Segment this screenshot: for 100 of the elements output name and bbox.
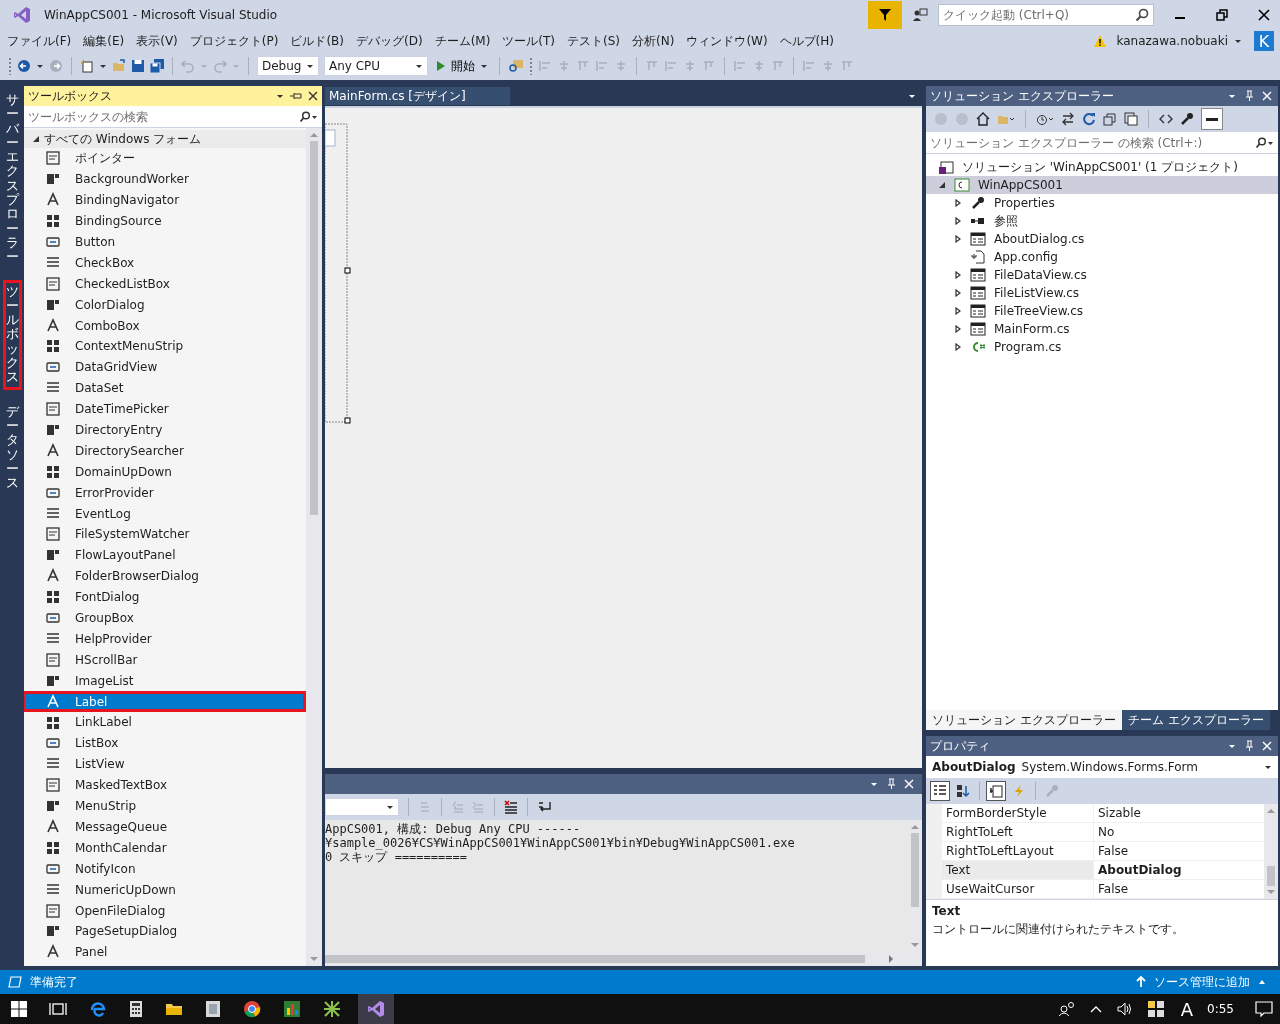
clear-all-icon[interactable]	[504, 800, 518, 814]
property-name[interactable]: RightToLeft	[942, 823, 1094, 841]
toolbox-item[interactable]: GroupBox	[24, 607, 306, 629]
back-icon[interactable]	[17, 59, 31, 73]
solution-search-box[interactable]: ソリューション エクスプローラー の検索 (Ctrl+:)	[926, 132, 1278, 154]
notification-icon[interactable]	[1255, 1001, 1273, 1017]
quick-launch-box[interactable]: クイック起動 (Ctrl+Q)	[938, 4, 1154, 26]
restore-icon[interactable]	[1216, 9, 1228, 21]
categorized-icon[interactable]	[930, 781, 950, 801]
menu-item[interactable]: ヘルプ(H)	[776, 32, 837, 50]
expander-arrow-icon[interactable]	[954, 271, 962, 279]
windows-start-icon[interactable]	[11, 1001, 27, 1017]
user-name[interactable]: kanazawa.nobuaki	[1116, 34, 1228, 48]
wrench-icon[interactable]	[1180, 112, 1194, 126]
task-view-icon[interactable]	[49, 1001, 67, 1017]
menu-item[interactable]: 表示(V)	[133, 32, 181, 50]
platform-dropdown[interactable]: Any CPU	[324, 56, 428, 76]
menu-item[interactable]: チーム(M)	[431, 32, 494, 50]
visual-studio-icon[interactable]	[358, 994, 394, 1024]
dropdown-icon[interactable]	[276, 92, 284, 100]
menu-item[interactable]: デバッグ(D)	[353, 32, 426, 50]
toolbox-item[interactable]: MessageQueue	[24, 816, 306, 838]
clock[interactable]: 0:55	[1207, 1002, 1234, 1016]
toolbox-item[interactable]: EventLog	[24, 503, 306, 525]
side-tab[interactable]: データソース	[2, 399, 22, 496]
pending-changes-icon[interactable]	[1036, 112, 1054, 126]
toolbox-item[interactable]: DataGridView	[24, 356, 306, 378]
collapse-all-icon[interactable]	[1103, 112, 1117, 126]
ime-mode-indicator[interactable]: A	[1180, 998, 1194, 1020]
code-icon[interactable]	[1159, 112, 1173, 126]
scroll-thumb[interactable]	[1267, 866, 1275, 886]
dropdown-icon[interactable]	[1228, 742, 1236, 750]
toolbox-item[interactable]: MonthCalendar	[24, 837, 306, 859]
toolbox-item[interactable]: DataSet	[24, 377, 306, 399]
toolbox-item[interactable]: NotifyIcon	[24, 858, 306, 880]
toolbox-item[interactable]: CheckBox	[24, 252, 306, 274]
toolbox-item[interactable]: ErrorProvider	[24, 482, 306, 504]
tree-item[interactable]: App.config	[926, 248, 1278, 266]
scrollbar[interactable]	[908, 820, 922, 952]
toolbox-item[interactable]: MaskedTextBox	[24, 774, 306, 796]
expander-arrow-icon[interactable]	[954, 199, 962, 207]
network-app-icon[interactable]	[323, 1000, 341, 1018]
panel-tab[interactable]: ソリューション エクスプローラー	[926, 710, 1122, 730]
notification-filter-icon[interactable]	[868, 1, 902, 29]
close-icon[interactable]	[308, 91, 318, 101]
property-name[interactable]: FormBorderStyle	[942, 804, 1094, 822]
toolbox-item[interactable]: BindingSource	[24, 210, 306, 232]
toolbox-item[interactable]: ContextMenuStrip	[24, 336, 306, 357]
scrollbar[interactable]	[306, 128, 322, 966]
toolbox-item[interactable]: BindingNavigator	[24, 189, 306, 211]
folder-icon[interactable]	[165, 1001, 183, 1017]
word-wrap-icon[interactable]	[537, 800, 551, 814]
property-value[interactable]: False	[1094, 880, 1264, 898]
toolbox-item[interactable]: ListBox	[24, 732, 306, 754]
menu-item[interactable]: 編集(E)	[80, 32, 128, 50]
sync-icon[interactable]	[1061, 112, 1075, 126]
configuration-dropdown[interactable]: Debug	[257, 56, 319, 76]
toolbox-item[interactable]: Button	[24, 231, 306, 253]
dropdown-icon[interactable]	[908, 92, 916, 100]
toolbox-group-header[interactable]: すべての Windows フォーム	[24, 130, 306, 148]
properties-icon[interactable]	[986, 781, 1006, 801]
menu-item[interactable]: ウィンドウ(W)	[683, 32, 771, 50]
side-tab[interactable]: ツールボックス	[2, 279, 22, 390]
panel-tab[interactable]: チーム エクスプローラー	[1121, 710, 1270, 730]
home-icon[interactable]	[976, 112, 990, 126]
toolbox-item[interactable]: ComboBox	[24, 315, 306, 336]
tree-item[interactable]: FileDataView.cs	[926, 266, 1278, 284]
calculator-icon[interactable]	[129, 1000, 143, 1018]
document-app-icon[interactable]	[205, 1000, 221, 1018]
menu-item[interactable]: ビルド(B)	[287, 32, 347, 50]
property-value[interactable]: AboutDialog	[1094, 861, 1264, 879]
tree-item[interactable]: ソリューション 'WinAppCS001' (1 プロジェクト)	[926, 158, 1278, 176]
scroll-thumb[interactable]	[911, 833, 919, 908]
tree-item[interactable]: Properties	[926, 194, 1278, 212]
toolbox-item[interactable]: HScrollBar	[24, 649, 306, 671]
menu-item[interactable]: プロジェクト(P)	[186, 32, 282, 50]
horizontal-scrollbar[interactable]	[325, 952, 922, 966]
save-icon[interactable]	[131, 59, 145, 73]
property-value[interactable]: False	[1094, 842, 1264, 860]
toolbox-item[interactable]: ポインター	[24, 148, 306, 169]
expander-arrow-icon[interactable]	[954, 217, 962, 225]
menu-item[interactable]: テスト(S)	[564, 32, 624, 50]
menu-item[interactable]: ツール(T)	[499, 32, 559, 50]
property-name[interactable]: UseWaitCursor	[942, 880, 1094, 898]
source-control-button[interactable]: ソース管理に追加	[1130, 973, 1272, 991]
new-project-icon[interactable]	[80, 59, 94, 73]
expander-arrow-icon[interactable]	[954, 307, 962, 315]
expander-arrow-icon[interactable]	[954, 325, 962, 333]
tree-item[interactable]: WinAppCS001	[926, 176, 1278, 194]
property-value[interactable]: Sizable	[1094, 804, 1264, 822]
toolbox-item[interactable]: HelpProvider	[24, 628, 306, 650]
open-folder-icon[interactable]	[112, 59, 126, 73]
expander-arrow-icon[interactable]	[938, 181, 946, 189]
toolbox-item[interactable]: FontDialog	[24, 586, 306, 608]
caret-icon[interactable]	[1234, 37, 1242, 45]
tree-item[interactable]: MainForm.cs	[926, 320, 1278, 338]
preview-toggle-icon[interactable]	[1201, 108, 1223, 130]
expander-arrow-icon[interactable]	[954, 235, 962, 243]
input-method-icon[interactable]	[1147, 1001, 1164, 1017]
scroll-thumb[interactable]	[325, 955, 865, 963]
